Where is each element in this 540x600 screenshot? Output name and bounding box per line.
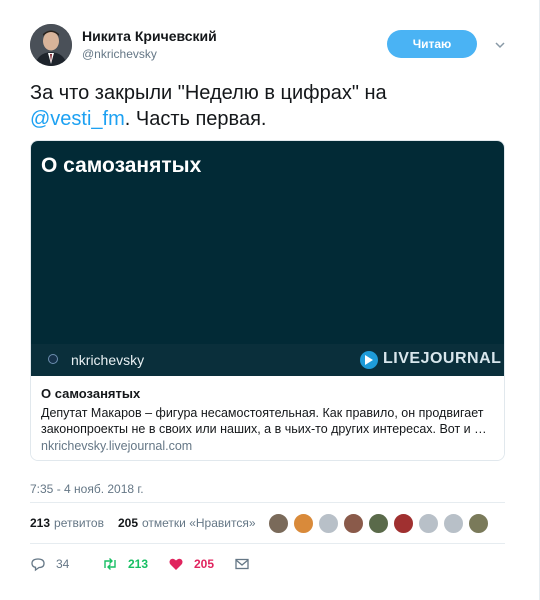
like-count: 205 bbox=[194, 557, 215, 571]
retweet-count: 213 bbox=[128, 557, 149, 571]
card-description: Депутат Макаров – фигура несамостоятельн… bbox=[41, 406, 487, 436]
author-handle[interactable]: @nkrichevsky bbox=[82, 47, 157, 61]
card-domain: nkrichevsky.livejournal.com bbox=[41, 439, 193, 453]
like-button[interactable]: 205 bbox=[168, 556, 214, 572]
retweets-count[interactable]: 213 bbox=[30, 516, 50, 530]
liker-avatar[interactable] bbox=[343, 513, 364, 534]
retweet-icon bbox=[104, 558, 116, 570]
liker-avatar[interactable] bbox=[443, 513, 464, 534]
follow-button[interactable]: Читаю bbox=[387, 30, 477, 58]
liker-avatars bbox=[268, 513, 493, 534]
mention-link[interactable]: @vesti_fm bbox=[30, 108, 125, 130]
card-image-title: О самозанятых bbox=[41, 154, 202, 177]
user-icon bbox=[48, 354, 58, 364]
likes-label[interactable]: отметки «Нравится» bbox=[142, 516, 256, 530]
card-image-user: nkrichevsky bbox=[71, 352, 145, 368]
liker-avatar[interactable] bbox=[418, 513, 439, 534]
divider bbox=[30, 502, 505, 503]
chevron-down-icon[interactable] bbox=[493, 38, 507, 52]
livejournal-logo-icon bbox=[360, 351, 378, 369]
envelope-icon bbox=[235, 558, 249, 570]
tweet-text: За что закрыли "Неделю в цифрах" на @ves… bbox=[30, 80, 510, 132]
liker-avatar[interactable] bbox=[318, 513, 339, 534]
card-image: О самозанятых nkrichevsky LIVEJOURNAL bbox=[31, 141, 504, 376]
retweet-button[interactable]: 213 bbox=[102, 556, 148, 572]
author-name[interactable]: Никита Кричевский bbox=[82, 28, 217, 44]
card-body: О самозанятых Депутат Макаров – фигура н… bbox=[31, 376, 504, 460]
tweet-text-part2: . Часть первая. bbox=[124, 108, 267, 130]
likes-count[interactable]: 205 bbox=[118, 516, 138, 530]
reply-button[interactable]: 34 bbox=[30, 556, 69, 572]
avatar[interactable] bbox=[30, 24, 72, 66]
retweets-label[interactable]: ретвитов bbox=[54, 516, 104, 530]
reply-count: 34 bbox=[56, 557, 70, 571]
card-title: О самозанятых bbox=[41, 386, 141, 401]
divider bbox=[30, 543, 505, 544]
liker-avatar[interactable] bbox=[268, 513, 289, 534]
reply-icon bbox=[31, 558, 45, 572]
tweet-text-part1: За что закрыли "Неделю в цифрах" на bbox=[30, 82, 387, 104]
liker-avatar[interactable] bbox=[468, 513, 489, 534]
liker-avatar[interactable] bbox=[368, 513, 389, 534]
timestamp[interactable]: 7:35 - 4 нояб. 2018 г. bbox=[30, 482, 144, 496]
avatar-portrait-icon bbox=[30, 24, 72, 66]
engagement-stats: 213 ретвитов 205 отметки «Нравится» bbox=[30, 516, 256, 530]
heart-icon bbox=[169, 558, 183, 570]
liker-avatar[interactable] bbox=[293, 513, 314, 534]
card-image-brand: LIVEJOURNAL bbox=[383, 350, 502, 367]
tweet: Никита Кричевский @nkrichevsky Читаю За … bbox=[0, 0, 540, 600]
liker-avatar[interactable] bbox=[393, 513, 414, 534]
link-card[interactable]: О самозанятых nkrichevsky LIVEJOURNAL О … bbox=[30, 140, 505, 461]
direct-message-button[interactable] bbox=[234, 556, 250, 572]
